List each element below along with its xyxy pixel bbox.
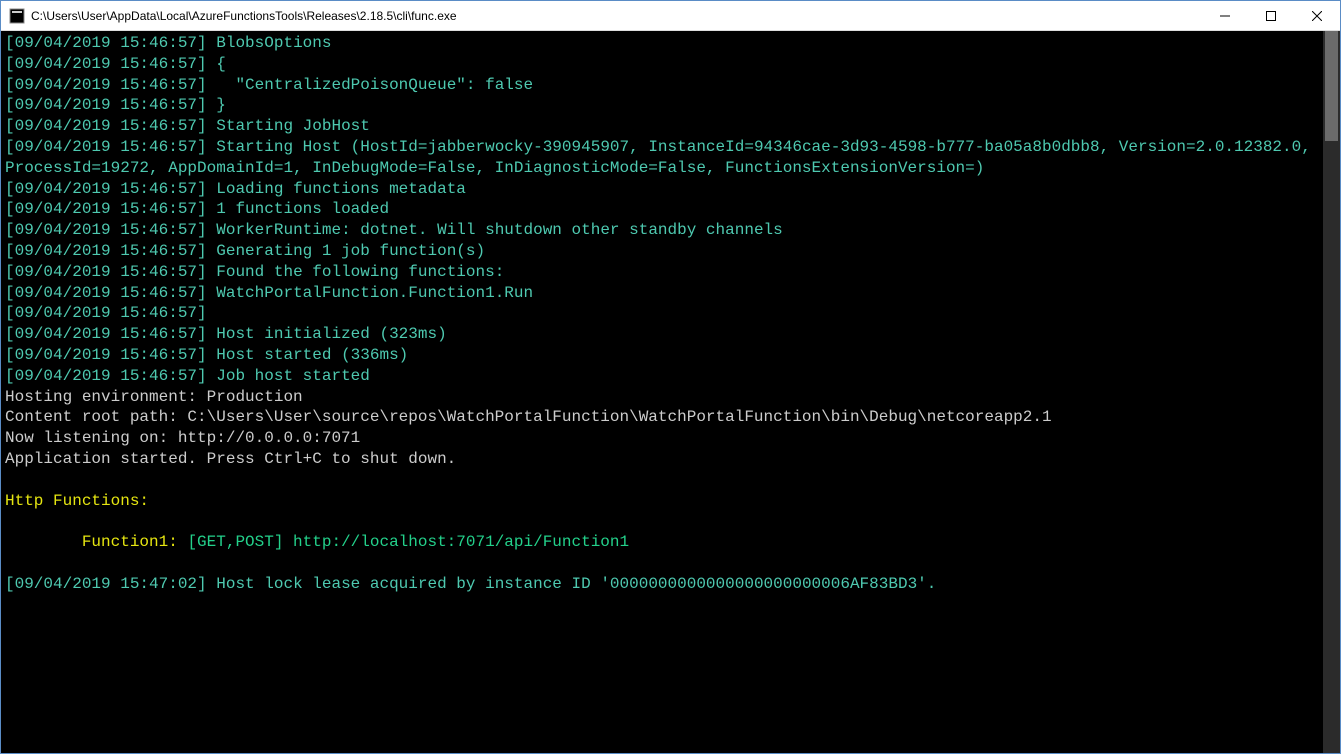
log-line: Generating 1 job function(s) (216, 242, 485, 260)
timestamp: [09/04/2019 15:46:57] (5, 221, 207, 239)
window-titlebar: C:\Users\User\AppData\Local\AzureFunctio… (1, 1, 1340, 31)
window-controls (1202, 1, 1340, 30)
timestamp: [09/04/2019 15:46:57] (5, 304, 207, 322)
log-line: Host started (336ms) (216, 346, 408, 364)
app-icon (9, 8, 25, 24)
function-name: Function1: (82, 533, 188, 551)
http-functions-header: Http Functions: (5, 491, 1319, 512)
timestamp: [09/04/2019 15:46:57] (5, 325, 207, 343)
log-line: } (216, 96, 226, 114)
console-area: [09/04/2019 15:46:57] BlobsOptions [09/04… (1, 31, 1340, 753)
log-line: WatchPortalFunction.Function1.Run (216, 284, 533, 302)
log-line: Content root path: C:\Users\User\source\… (5, 407, 1319, 428)
window-title: C:\Users\User\AppData\Local\AzureFunctio… (31, 9, 1202, 23)
timestamp: [09/04/2019 15:47:02] (5, 575, 207, 593)
log-line: Now listening on: http://0.0.0.0:7071 (5, 428, 1319, 449)
timestamp: [09/04/2019 15:46:57] (5, 180, 207, 198)
log-line: Hosting environment: Production (5, 387, 1319, 408)
log-line: Starting JobHost (216, 117, 370, 135)
timestamp: [09/04/2019 15:46:57] (5, 76, 207, 94)
log-line: BlobsOptions (216, 34, 331, 52)
timestamp: [09/04/2019 15:46:57] (5, 138, 207, 156)
maximize-button[interactable] (1248, 1, 1294, 30)
vertical-scrollbar[interactable] (1323, 31, 1340, 753)
log-line: { (216, 55, 226, 73)
timestamp: [09/04/2019 15:46:57] (5, 34, 207, 52)
log-line: Loading functions metadata (216, 180, 466, 198)
log-line: Host lock lease acquired by instance ID … (216, 575, 936, 593)
log-line: Job host started (216, 367, 370, 385)
timestamp: [09/04/2019 15:46:57] (5, 200, 207, 218)
timestamp: [09/04/2019 15:46:57] (5, 96, 207, 114)
timestamp: [09/04/2019 15:46:57] (5, 242, 207, 260)
timestamp: [09/04/2019 15:46:57] (5, 346, 207, 364)
log-line: WorkerRuntime: dotnet. Will shutdown oth… (216, 221, 783, 239)
log-line: Found the following functions: (216, 263, 504, 281)
log-line: 1 functions loaded (216, 200, 389, 218)
close-button[interactable] (1294, 1, 1340, 30)
timestamp: [09/04/2019 15:46:57] (5, 55, 207, 73)
log-line: Host initialized (323ms) (216, 325, 446, 343)
log-line: "CentralizedPoisonQueue": false (216, 76, 533, 94)
console-output[interactable]: [09/04/2019 15:46:57] BlobsOptions [09/04… (1, 31, 1323, 753)
function-endpoint: [GET,POST] http://localhost:7071/api/Fun… (187, 533, 629, 551)
timestamp: [09/04/2019 15:46:57] (5, 367, 207, 385)
timestamp: [09/04/2019 15:46:57] (5, 117, 207, 135)
scrollbar-thumb[interactable] (1325, 31, 1338, 141)
timestamp: [09/04/2019 15:46:57] (5, 284, 207, 302)
log-line: Application started. Press Ctrl+C to shu… (5, 449, 1319, 470)
minimize-button[interactable] (1202, 1, 1248, 30)
timestamp: [09/04/2019 15:46:57] (5, 263, 207, 281)
